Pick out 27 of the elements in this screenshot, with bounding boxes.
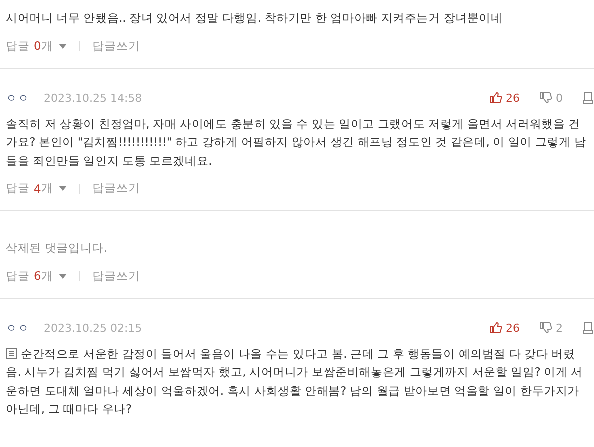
comment-text: 솔직히 저 상황이 친정엄마, 자매 사이에도 충분히 있을 수 있는 일이고 그랬어도 저렇게 울면서 서러워했을 건가요? 본인이 "김치찜!!!!!!!!!!!" 하고 강하게 어필하지 않아서 생긴 해프닝 정도인 것 같은데, 이 일이 그렇게 남들을 죄인만들 일인지 도통 모르겠네요. xyxy=(6,116,588,170)
write-reply-link[interactable]: 답글쓰기 xyxy=(92,38,140,54)
reply-toggle[interactable]: 답글 0개 xyxy=(6,38,68,54)
like-button[interactable]: 26 xyxy=(490,322,520,334)
author-name: ㅇㅇ xyxy=(6,90,30,106)
write-reply-link[interactable]: 답글쓰기 xyxy=(92,181,140,196)
deleted-notice: 삭제된 댓글입니다. xyxy=(6,240,108,257)
thumbs-down-icon xyxy=(540,322,552,334)
comment-text: 시어머니 너무 안됐음.. 장녀 있어서 정말 다행임. 착하기만 한 엄마아빠 지켜주는거 장녀뿐이네 xyxy=(6,10,504,27)
report-icon[interactable] xyxy=(583,322,594,334)
thumbs-up-icon xyxy=(490,322,502,334)
caret-icon xyxy=(59,44,68,48)
write-reply-link[interactable]: 답글쓰기 xyxy=(92,268,140,284)
report-icon[interactable] xyxy=(583,92,594,104)
dislike-button[interactable]: 2 xyxy=(540,322,563,334)
comment-text: 순간적으로 서운한 감정이 들어서 울음이 나올 수는 있다고 봄. 근데 그 후 행동들이 예의범절 다 갖다 버렸음. 시누가 김치찜 먹기 싫어서 보쌈먹자 했고, 시어머니가 보쌈준비해놓은게 그렇게까지 서운할 일임? 이게 서운하면 도대체 얼마나 세상이 억울하겠어. 혹시 사회생활 안해봄? 남의 월급 받아보면 억울할 일이 한두가지가 아닌데, 그 때마다 우나? xyxy=(6,346,584,418)
reply-toggle[interactable]: 답글 4개 xyxy=(6,181,68,196)
thumbs-up-icon xyxy=(490,92,502,104)
comment-date: 2023.10.25 02:15 xyxy=(44,322,142,334)
caret-icon xyxy=(59,186,68,191)
caret-icon xyxy=(59,274,68,278)
comment-date: 2023.10.25 14:58 xyxy=(44,92,142,104)
reply-toggle[interactable]: 답글 6개 xyxy=(6,268,68,284)
author-name: ㅇㅇ xyxy=(6,320,30,336)
dislike-button[interactable]: 0 xyxy=(540,92,563,104)
like-button[interactable]: 26 xyxy=(490,92,520,104)
thumbs-down-icon xyxy=(540,92,552,104)
